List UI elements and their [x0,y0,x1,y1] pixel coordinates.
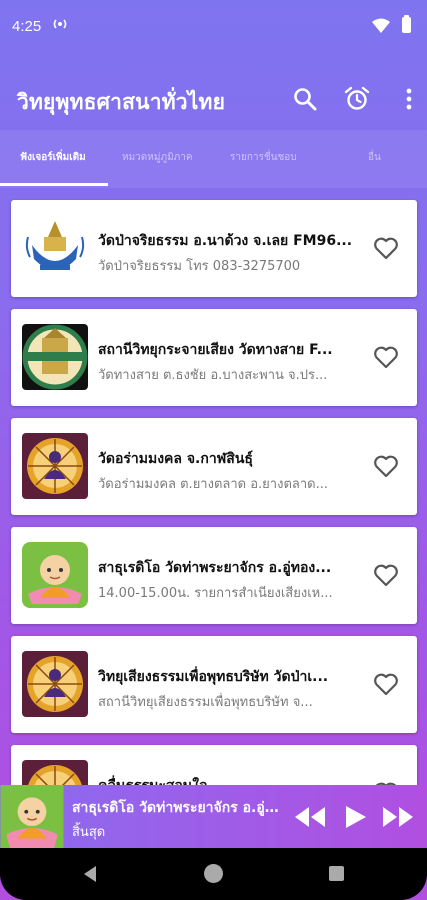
status-bar: 4:25 [0,0,427,58]
station-title: วิทยุเสียงธรรมเพื่อพุทธบริษัท วัดป่าเ... [98,669,329,685]
favorite-heart-icon[interactable] [373,672,399,696]
back-icon[interactable] [82,865,98,883]
station-card[interactable]: วัดอร่ามมงคล จ.กาฬสินธุ์ วัดอร่ามมงคล ต.… [11,418,417,515]
station-title: วัดอร่ามมงคล จ.กาฬสินธุ์ [98,451,253,467]
dharma-wheel-buddha-icon [22,651,88,717]
play-icon[interactable] [342,803,368,831]
system-nav-bar [0,848,427,900]
station-card[interactable]: สถานีวิทยุกระจายเสียง วัดทางสาย F... วัด… [11,309,417,406]
alarm-icon[interactable] [344,86,370,112]
station-subtitle: วัดทางสาย ต.ธงชัย อ.บางสะพาน จ.ปร... [98,368,328,383]
tab-other[interactable]: อื่น [368,150,381,165]
fast-forward-icon[interactable] [381,803,415,831]
station-title: สาธุเรดิโอ วัดท่าพระยาจักร อ.อู่ทอง... [98,560,332,576]
search-icon[interactable] [292,86,318,112]
station-card[interactable]: วัดป่าจริยธรรม อ.นาด้วง จ.เลย FM96... วั… [11,200,417,297]
station-subtitle: วัดป่าจริยธรรม โทร 083-3275700 [98,259,301,274]
rewind-icon[interactable] [293,803,327,831]
recents-icon[interactable] [329,866,344,881]
station-subtitle: สถานีวิทยุเสียงธรรมเพื่อพุทธบริษัท จ... [98,695,313,710]
station-list[interactable]: วัดป่าจริยธรรม อ.นาด้วง จ.เลย FM96... วั… [0,188,427,785]
station-card[interactable]: สาธุเรดิโอ วัดท่าพระยาจักร อ.อู่ทอง... 1… [11,527,417,624]
station-title: คลื่นธรรมะสอนใจ [98,775,366,785]
wat-tangsai-logo-icon [22,324,88,390]
station-card[interactable]: วิทยุเสียงธรรมเพื่อพุทธบริษัท วัดป่าเ...… [11,636,417,733]
station-subtitle: วัดอร่ามมงคล ต.ยางตลาด อ.ยางตลาด... [98,477,328,492]
now-playing-status: สิ้นสุด [72,825,106,840]
dharma-wheel-buddha-icon [22,760,88,785]
battery-icon [402,15,411,33]
favorite-heart-icon[interactable] [373,345,399,369]
favorite-heart-icon[interactable] [373,563,399,587]
dharma-wheel-buddha-icon [22,433,88,499]
app-title: วิทยุพุทธศาสนาทั่วไทย [17,90,226,114]
station-title: วัดป่าจริยธรรม อ.นาด้วง จ.เลย FM96... [98,233,353,249]
favorite-heart-icon[interactable] [373,236,399,260]
wifi-icon [372,18,390,33]
tab-regions[interactable]: หมวดหมู่ภูมิภาค [122,150,193,165]
status-time: 4:25 [12,18,42,35]
tab-features[interactable]: ฟังเจอร์เพิ่มเติม [20,150,86,165]
mini-player[interactable]: สาธุเรดิโอ วัดท่าพระยาจักร อ.อู่ทอง... ส… [0,785,427,848]
cast-icon [53,19,67,29]
now-playing-title: สาธุเรดิโอ วัดท่าพระยาจักร อ.อู่ทอง... [72,800,282,816]
home-icon[interactable] [204,864,223,883]
station-subtitle: 14.00-15.00น. รายการสำเนียงเสียงเห... [98,586,333,601]
wat-emblem-icon [22,215,88,281]
monk-cartoon-icon [0,785,64,848]
tab-indicator [0,183,108,186]
favorite-heart-icon[interactable] [373,454,399,478]
station-card[interactable]: คลื่นธรรมะสอนใจ [11,745,417,785]
station-title: สถานีวิทยุกระจายเสียง วัดทางสาย F... [98,342,333,358]
tab-bar: ฟังเจอร์เพิ่มเติม หมวดหมู่ภูมิภาค รายการ… [0,130,427,188]
tab-favorites[interactable]: รายการชื่นชอบ [230,150,297,165]
app-bar: วิทยุพุทธศาสนาทั่วไทย [0,58,427,130]
monk-cartoon-icon [22,542,88,608]
more-vert-icon[interactable] [396,86,422,112]
